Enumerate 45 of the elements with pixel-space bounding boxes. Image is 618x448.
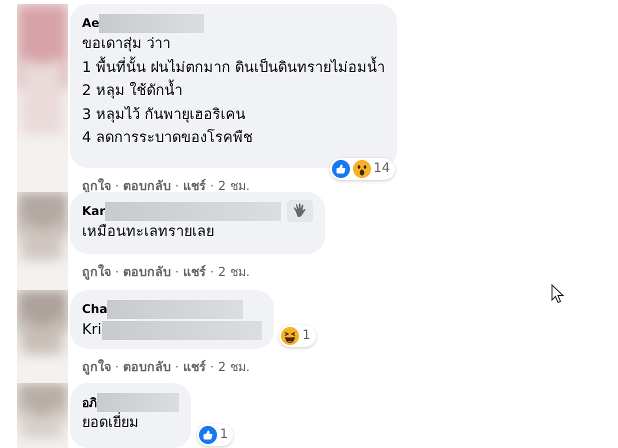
- hand-icon: [292, 203, 308, 219]
- action-link[interactable]: ตอบกลับ: [122, 176, 171, 196]
- separator-dot: ·: [174, 264, 179, 279]
- cursor-icon: [551, 284, 565, 304]
- comment-text: ยอดเยี่ยม: [82, 412, 139, 436]
- reaction-summary[interactable]: 1: [196, 424, 233, 446]
- like-reaction-icon: [332, 160, 350, 178]
- commenter-name[interactable]: อภิ: [82, 392, 97, 412]
- commenter-name[interactable]: Cha: [82, 302, 108, 316]
- like-reaction-icon: [198, 426, 217, 444]
- commenter-name[interactable]: Ae: [82, 16, 100, 30]
- timestamp[interactable]: 2 ชม.: [218, 356, 250, 376]
- reaction-summary[interactable]: 1: [279, 324, 316, 346]
- haha-reaction-icon: [281, 326, 300, 344]
- separator-dot: ·: [210, 359, 214, 374]
- comment-text: เหมือนทะเลทรายเลย: [82, 222, 214, 242]
- action-link[interactable]: ถูกใจ: [82, 356, 111, 376]
- comment-text: 3 หลุมไว้ กันพายุเฮอริเคน: [82, 105, 246, 125]
- action-link[interactable]: แชร์: [182, 176, 206, 196]
- comment-text: Kri: [82, 321, 102, 340]
- action-link[interactable]: ถูกใจ: [82, 262, 111, 282]
- wow-reaction-icon: [352, 160, 371, 178]
- separator-dot: ·: [115, 264, 119, 279]
- separator-dot: ·: [210, 264, 214, 279]
- timestamp[interactable]: 2 ชม.: [218, 262, 250, 282]
- reaction-summary[interactable]: 14: [330, 158, 396, 180]
- separator-dot: ·: [210, 178, 214, 193]
- comment-text: ขอเดาสุ่ม ว่าา: [82, 35, 171, 54]
- commenter-name[interactable]: Kar: [82, 204, 106, 218]
- action-link[interactable]: แชร์: [182, 356, 206, 376]
- reaction-count: 14: [374, 161, 390, 176]
- reaction-count: 1: [220, 427, 228, 442]
- comment-text: 2 หลุม ใช้ดักน้ำ: [82, 80, 182, 104]
- action-link[interactable]: ตอบกลับ: [122, 262, 171, 282]
- comment-text: 4 ลดการระบาดของโรคพืช: [82, 128, 253, 148]
- action-link[interactable]: ตอบกลับ: [122, 356, 171, 376]
- timestamp[interactable]: 2 ชม.: [218, 176, 250, 196]
- comment-text: 1 พื้นที่นั้น ฝนไม่ตกมาก ดินเป็นดินทรายไม่อมน้ำ: [82, 56, 386, 80]
- reaction-count: 1: [302, 328, 310, 343]
- separator-dot: ·: [174, 178, 179, 193]
- action-link[interactable]: ถูกใจ: [82, 176, 111, 196]
- separator-dot: ·: [115, 178, 119, 193]
- separator-dot: ·: [115, 359, 119, 374]
- separator-dot: ·: [174, 359, 179, 374]
- action-link[interactable]: แชร์: [182, 262, 206, 282]
